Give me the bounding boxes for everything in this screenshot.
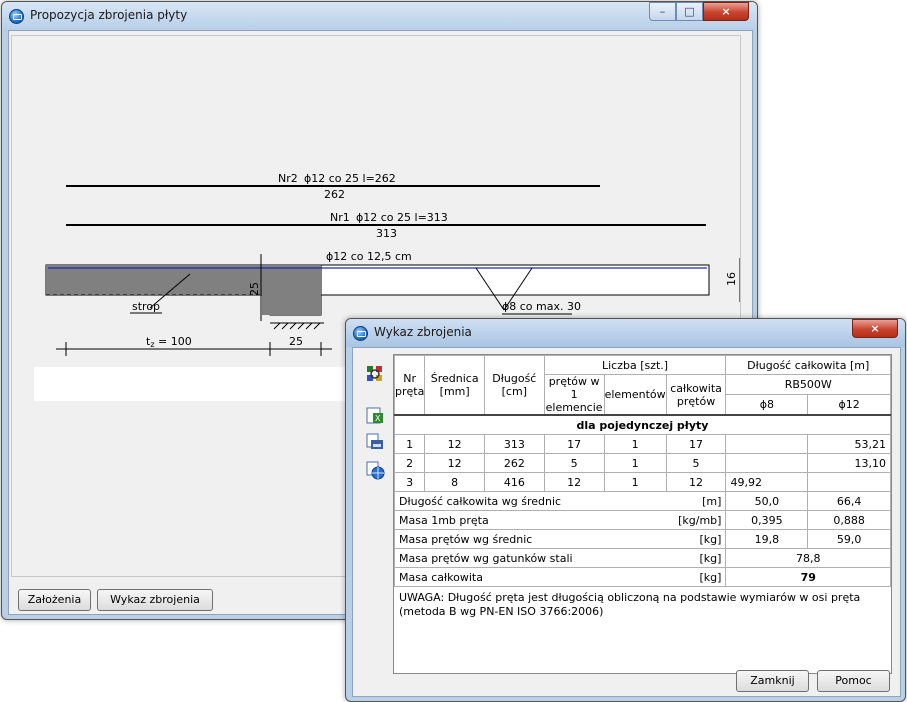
cell: 1 <box>603 453 667 473</box>
cell: 79 <box>725 567 891 587</box>
cell: 5 <box>543 453 605 473</box>
cell: 49,92 <box>725 472 809 492</box>
summary-row: Masa 1mb pręta [kg/mb] 0,395 0,888 <box>393 510 891 530</box>
cell: 50,0 <box>725 491 809 511</box>
cell <box>725 453 809 473</box>
dim-25-vertical: 25 <box>248 282 261 296</box>
table-row: 2 12 262 5 1 5 13,10 <box>393 453 891 473</box>
summary-label: Długość całkowita wg średnic [m] <box>393 491 727 511</box>
cell <box>807 472 891 492</box>
close-button[interactable]: × <box>703 2 749 21</box>
strop-label: strop <box>132 300 160 313</box>
section-label: dla pojedynczej płyty <box>394 414 891 435</box>
nr2-length: 262 <box>324 188 345 201</box>
col-dlugosc: Długość [cm] <box>484 355 545 416</box>
settings-icon[interactable] <box>365 364 385 384</box>
zalozenia-button[interactable]: Założenia <box>18 589 91 611</box>
cell: 78,8 <box>725 548 891 568</box>
cell: 12 <box>665 472 727 492</box>
main-window-title: Propozycja zbrojenia płyty <box>30 8 188 22</box>
pomoc-button[interactable]: Pomoc <box>817 670 890 692</box>
cell: 59,0 <box>807 529 891 549</box>
summary-row: Masa prętów wg średnic [kg] 19,8 59,0 <box>393 529 891 549</box>
summary-row: Masa prętów wg gatunków stali [kg] 78,8 <box>393 548 891 568</box>
cell: 2 <box>393 453 426 473</box>
app-icon <box>9 9 24 24</box>
excel-export-icon[interactable]: X <box>365 405 385 425</box>
dialog-title: Wykaz zbrojenia <box>374 325 472 339</box>
cell: 5 <box>665 453 727 473</box>
cell: 8 <box>424 472 486 492</box>
nr1-spec: ϕ12 co 25 l=313 <box>356 211 448 224</box>
col-srednica: Średnica [mm] <box>424 355 486 416</box>
dim-16: 16 <box>725 272 738 286</box>
cell: 66,4 <box>807 491 891 511</box>
cell: 416 <box>484 472 545 492</box>
cell <box>725 434 809 454</box>
cell: 13,10 <box>807 453 891 473</box>
cell: 1 <box>393 434 426 454</box>
top-bars-label: ϕ12 co 12,5 cm <box>326 250 412 263</box>
col-d8: ϕ8 <box>725 393 809 416</box>
main-titlebar[interactable]: Propozycja zbrojenia płyty – □ × <box>2 2 757 30</box>
dialog-titlebar[interactable]: Wykaz zbrojenia × <box>346 319 905 347</box>
cell: 3 <box>393 472 426 492</box>
summary-label: Masa całkowita [kg] <box>393 567 727 587</box>
nr2-spec: ϕ12 co 25 l=262 <box>304 172 396 185</box>
summary-label: Masa prętów wg gatunków stali [kg] <box>393 548 727 568</box>
summary-label: Masa 1mb pręta [kg/mb] <box>393 510 727 530</box>
wykaz-table-area: Nr pręta Średnica [mm] Długość [cm] Licz… <box>393 354 892 674</box>
minimize-button[interactable]: – <box>649 2 676 21</box>
col-pretow-w: prętów w 1 elemencie <box>543 374 605 416</box>
stirrup-label: ϕ8 co max. 30 <box>502 300 581 313</box>
cell: 17 <box>665 434 727 454</box>
summary-row: Długość całkowita wg średnic [m] 50,0 66,… <box>393 491 891 511</box>
cell: 1 <box>603 472 667 492</box>
table-row: 3 8 416 12 1 12 49,92 <box>393 472 891 492</box>
dim-tz-value: = 100 <box>155 335 192 348</box>
col-nr: Nr pręta <box>393 355 426 416</box>
col-elementow: elementów <box>603 374 667 416</box>
col-steel: RB500W <box>725 374 891 395</box>
cell: 0,395 <box>725 510 809 530</box>
summary-row: Masa całkowita [kg] 79 <box>393 567 891 587</box>
col-liczba: Liczba [szt.] <box>543 355 727 375</box>
cell: 17 <box>543 434 605 454</box>
dialog-close-button[interactable]: × <box>852 319 898 338</box>
svg-text:X: X <box>375 414 381 423</box>
summary-label: Masa prętów wg średnic [kg] <box>393 529 727 549</box>
maximize-button[interactable]: □ <box>676 2 703 21</box>
col-d12: ϕ12 <box>807 393 891 416</box>
web-export-icon[interactable] <box>365 460 385 480</box>
dialog-app-icon <box>353 326 368 341</box>
cell: 19,8 <box>725 529 809 549</box>
wykaz-dialog: Wykaz zbrojenia × X Nr pręta Średnica [m… <box>345 318 906 702</box>
nr2-label: Nr2 <box>278 172 298 185</box>
zamknij-button[interactable]: Zamknij <box>736 670 809 692</box>
cell: 53,21 <box>807 434 891 454</box>
cell: 12 <box>543 472 605 492</box>
nr1-label: Nr1 <box>330 211 350 224</box>
cell: 12 <box>424 453 486 473</box>
table-row: 1 12 313 17 1 17 53,21 <box>393 434 891 454</box>
cell: 262 <box>484 453 545 473</box>
col-dlugosc-calk: Długość całkowita [m] <box>725 355 891 375</box>
cell: 313 <box>484 434 545 454</box>
print-icon[interactable] <box>365 432 385 452</box>
wykaz-zbrojenia-button[interactable]: Wykaz zbrojenia <box>97 589 213 611</box>
col-calkowita: całkowita prętów <box>665 374 727 416</box>
dim-25: 25 <box>289 335 303 348</box>
dialog-client-area: X Nr pręta Średnica [mm] Długość [cm] Li… <box>352 347 901 697</box>
nr1-length: 313 <box>376 227 397 240</box>
cell: 1 <box>603 434 667 454</box>
cell: 12 <box>424 434 486 454</box>
note-text: UWAGA: Długość pręta jest długością obli… <box>399 591 861 618</box>
svg-text:tz = 100: tz = 100 <box>146 335 192 349</box>
wykaz-table: Nr pręta Średnica [mm] Długość [cm] Licz… <box>393 355 891 587</box>
cell: 0,888 <box>807 510 891 530</box>
